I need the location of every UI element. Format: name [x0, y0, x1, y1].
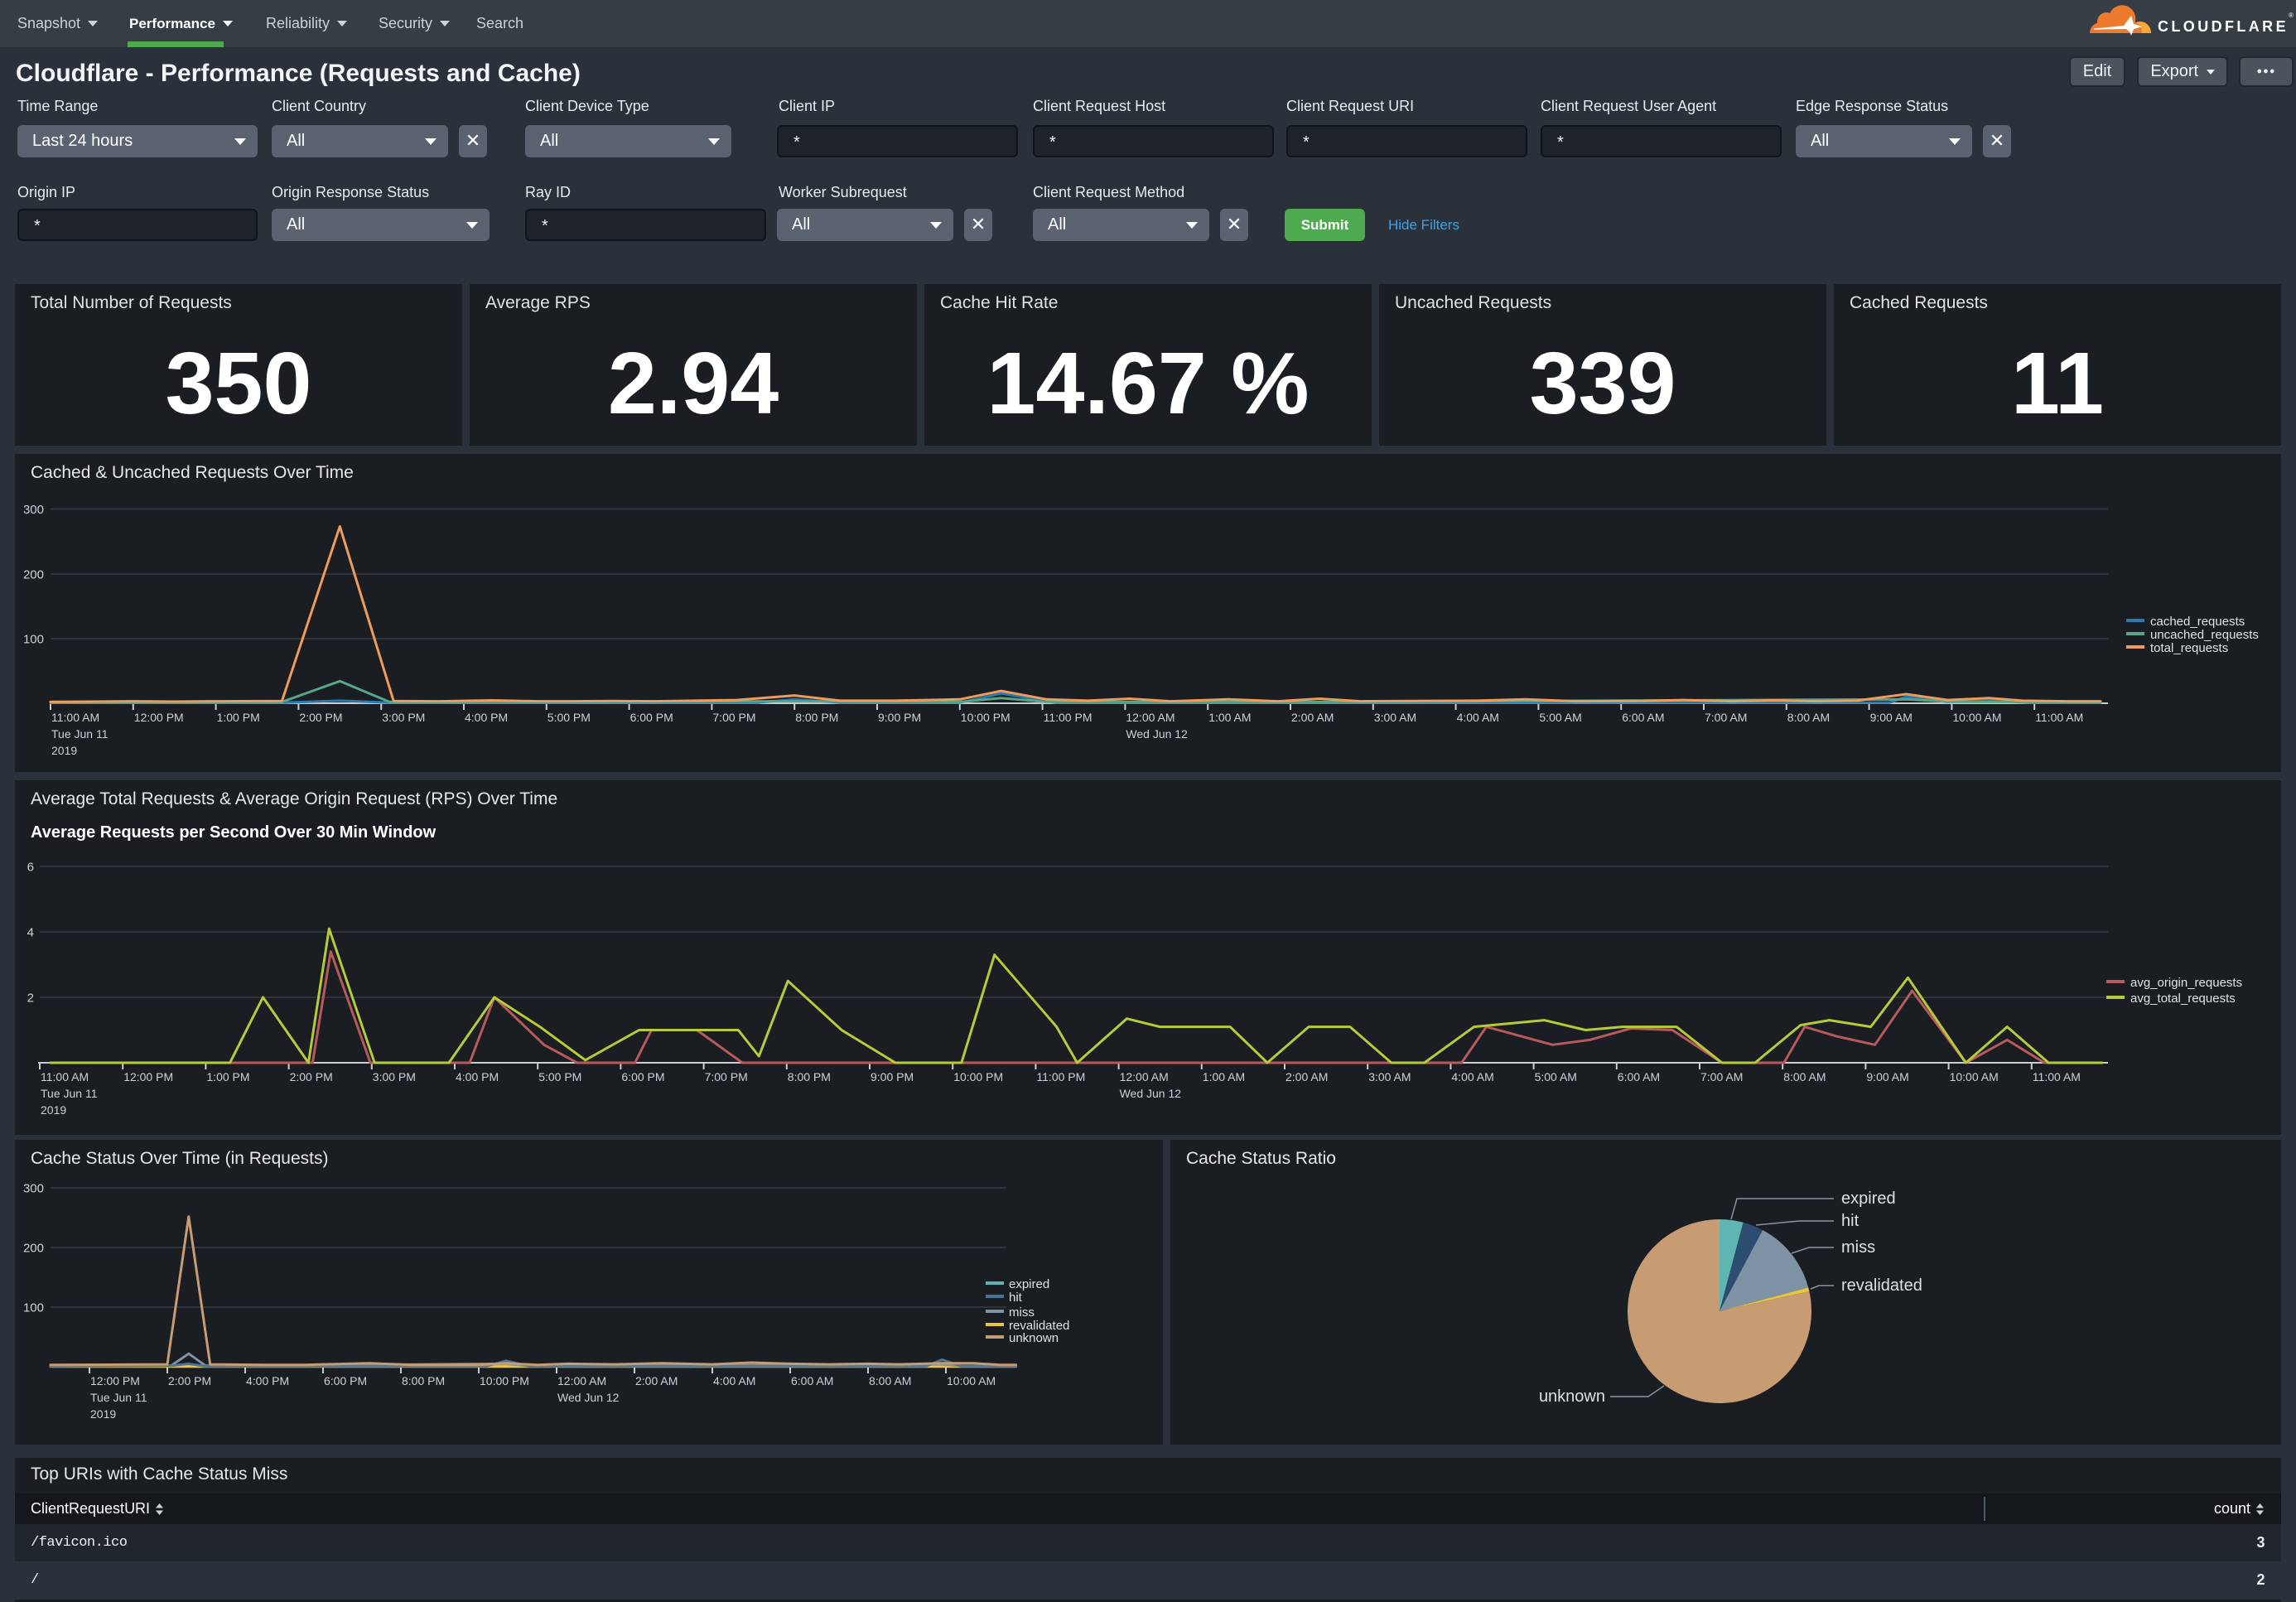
svg-text:300: 300	[23, 1182, 44, 1196]
svg-text:revalidated: revalidated	[1841, 1276, 1922, 1295]
svg-text:6:00 AM: 6:00 AM	[1618, 1070, 1660, 1083]
svg-text:5:00 AM: 5:00 AM	[1539, 711, 1581, 724]
svg-text:100: 100	[23, 1301, 44, 1315]
svg-text:11:00 AM: 11:00 AM	[41, 1070, 89, 1083]
svg-text:4: 4	[27, 926, 34, 940]
svg-text:300: 300	[23, 503, 44, 517]
svg-text:miss: miss	[1841, 1238, 1875, 1257]
svg-text:10:00 PM: 10:00 PM	[480, 1374, 529, 1387]
svg-text:11:00 AM: 11:00 AM	[2033, 1070, 2081, 1083]
svg-text:1:00 AM: 1:00 AM	[1208, 711, 1251, 724]
svg-text:10:00 AM: 10:00 AM	[947, 1374, 996, 1387]
svg-text:12:00 PM: 12:00 PM	[90, 1374, 140, 1387]
svg-text:CLOUDFLARE: CLOUDFLARE	[2158, 18, 2289, 35]
svg-text:3:00 PM: 3:00 PM	[382, 711, 425, 724]
svg-text:11:00 AM: 11:00 AM	[51, 711, 99, 724]
svg-text:11:00 PM: 11:00 PM	[1036, 1070, 1085, 1083]
svg-text:2:00 AM: 2:00 AM	[635, 1374, 678, 1387]
svg-text:hit: hit	[1841, 1212, 1859, 1230]
svg-text:Wed Jun 12: Wed Jun 12	[1126, 727, 1188, 741]
svg-text:7:00 PM: 7:00 PM	[712, 711, 755, 724]
svg-text:2019: 2019	[41, 1103, 66, 1117]
svg-text:4:00 PM: 4:00 PM	[246, 1374, 289, 1387]
svg-text:3:00 AM: 3:00 AM	[1368, 1070, 1411, 1083]
svg-text:12:00 AM: 12:00 AM	[1120, 1070, 1169, 1083]
svg-text:Tue Jun 11: Tue Jun 11	[90, 1391, 147, 1404]
svg-text:4:00 AM: 4:00 AM	[713, 1374, 755, 1387]
svg-text:2:00 PM: 2:00 PM	[299, 711, 342, 724]
svg-text:200: 200	[23, 568, 44, 582]
svg-text:2019: 2019	[51, 744, 77, 757]
svg-text:8:00 AM: 8:00 AM	[869, 1374, 911, 1387]
svg-text:9:00 PM: 9:00 PM	[878, 711, 921, 724]
svg-text:12:00 PM: 12:00 PM	[123, 1070, 173, 1083]
svg-text:9:00 PM: 9:00 PM	[871, 1070, 914, 1083]
svg-text:avg_origin_requests: avg_origin_requests	[2130, 976, 2242, 990]
svg-text:2019: 2019	[90, 1407, 116, 1421]
svg-text:12:00 PM: 12:00 PM	[134, 711, 184, 724]
svg-text:200: 200	[23, 1242, 44, 1256]
svg-text:3:00 PM: 3:00 PM	[373, 1070, 416, 1083]
svg-text:10:00 AM: 10:00 AM	[1952, 711, 2001, 724]
svg-text:total_requests: total_requests	[2150, 641, 2228, 655]
svg-text:7:00 AM: 7:00 AM	[1700, 1070, 1743, 1083]
svg-text:7:00 PM: 7:00 PM	[705, 1070, 748, 1083]
svg-text:9:00 AM: 9:00 AM	[1866, 1070, 1908, 1083]
svg-text:unknown: unknown	[1009, 1331, 1059, 1345]
svg-text:4:00 PM: 4:00 PM	[456, 1070, 499, 1083]
svg-text:2:00 PM: 2:00 PM	[168, 1374, 211, 1387]
svg-text:cached_requests: cached_requests	[2150, 615, 2245, 629]
svg-text:4:00 AM: 4:00 AM	[1451, 1070, 1493, 1083]
svg-text:9:00 AM: 9:00 AM	[1870, 711, 1913, 724]
svg-text:3:00 AM: 3:00 AM	[1374, 711, 1416, 724]
svg-text:Tue Jun 11: Tue Jun 11	[51, 727, 109, 741]
svg-text:8:00 PM: 8:00 PM	[795, 711, 838, 724]
svg-text:10:00 PM: 10:00 PM	[953, 1070, 1003, 1083]
svg-text:6:00 AM: 6:00 AM	[791, 1374, 833, 1387]
svg-text:miss: miss	[1009, 1305, 1035, 1320]
svg-text:uncached_requests: uncached_requests	[2150, 628, 2259, 642]
svg-text:5:00 AM: 5:00 AM	[1535, 1070, 1577, 1083]
svg-text:expired: expired	[1841, 1189, 1896, 1208]
svg-text:4:00 AM: 4:00 AM	[1457, 711, 1499, 724]
svg-text:avg_total_requests: avg_total_requests	[2130, 992, 2236, 1006]
svg-text:Tue Jun 11: Tue Jun 11	[41, 1087, 98, 1100]
svg-text:Wed Jun 12: Wed Jun 12	[1120, 1087, 1182, 1100]
svg-text:expired: expired	[1009, 1277, 1049, 1291]
svg-text:6:00 PM: 6:00 PM	[324, 1374, 367, 1387]
svg-text:6:00 AM: 6:00 AM	[1622, 711, 1664, 724]
svg-text:1:00 PM: 1:00 PM	[206, 1070, 249, 1083]
svg-text:2:00 AM: 2:00 AM	[1291, 711, 1334, 724]
svg-text:8:00 AM: 8:00 AM	[1783, 1070, 1826, 1083]
svg-text:6: 6	[27, 861, 34, 875]
svg-text:2:00 PM: 2:00 PM	[290, 1070, 333, 1083]
svg-text:unknown: unknown	[1539, 1387, 1605, 1406]
svg-text:10:00 AM: 10:00 AM	[1950, 1070, 1999, 1083]
svg-text:5:00 PM: 5:00 PM	[538, 1070, 581, 1083]
svg-text:2:00 AM: 2:00 AM	[1285, 1070, 1328, 1083]
svg-text:12:00 AM: 12:00 AM	[557, 1374, 606, 1387]
svg-text:11:00 AM: 11:00 AM	[2035, 711, 2083, 724]
svg-text:11:00 PM: 11:00 PM	[1044, 711, 1093, 724]
svg-text:®: ®	[2289, 12, 2294, 19]
svg-text:Wed Jun 12: Wed Jun 12	[557, 1391, 620, 1404]
svg-text:hit: hit	[1009, 1291, 1023, 1305]
svg-text:2: 2	[27, 992, 34, 1006]
svg-text:8:00 AM: 8:00 AM	[1787, 711, 1830, 724]
svg-text:4:00 PM: 4:00 PM	[465, 711, 508, 724]
svg-text:7:00 AM: 7:00 AM	[1705, 711, 1747, 724]
svg-text:1:00 PM: 1:00 PM	[217, 711, 260, 724]
svg-text:1:00 AM: 1:00 AM	[1203, 1070, 1245, 1083]
svg-text:8:00 PM: 8:00 PM	[402, 1374, 445, 1387]
svg-text:10:00 PM: 10:00 PM	[961, 711, 1011, 724]
svg-text:6:00 PM: 6:00 PM	[621, 1070, 664, 1083]
svg-text:6:00 PM: 6:00 PM	[630, 711, 673, 724]
svg-text:8:00 PM: 8:00 PM	[788, 1070, 831, 1083]
svg-text:100: 100	[23, 633, 44, 647]
svg-text:5:00 PM: 5:00 PM	[547, 711, 591, 724]
svg-text:12:00 AM: 12:00 AM	[1126, 711, 1175, 724]
